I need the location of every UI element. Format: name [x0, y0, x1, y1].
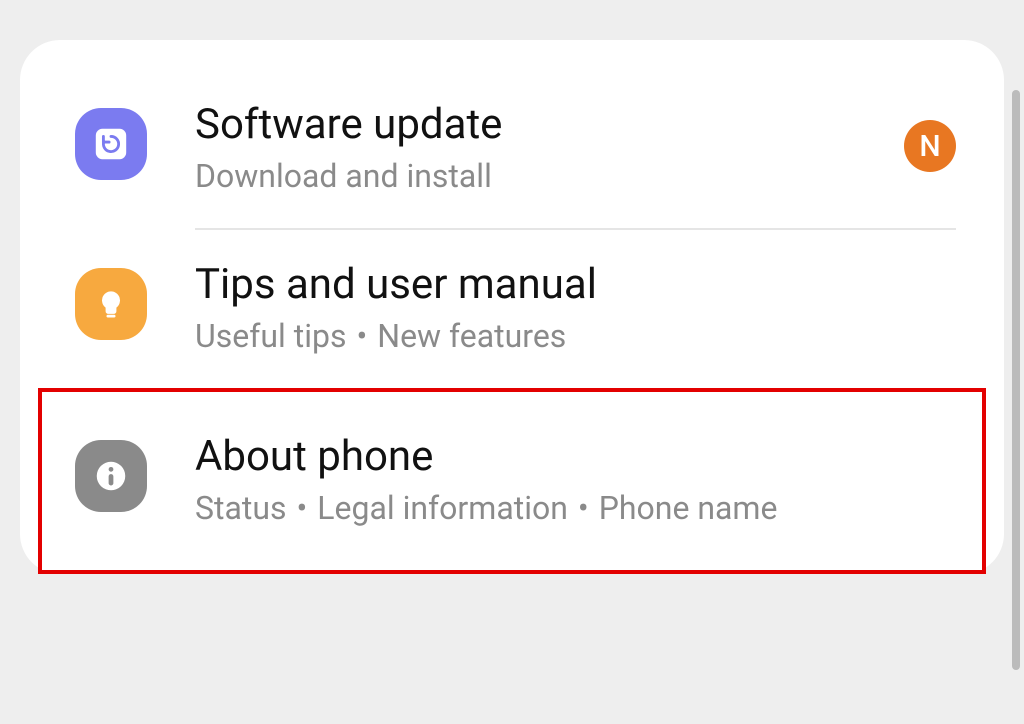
item-text: Software update Download and install [195, 100, 904, 198]
settings-card: Software update Download and install N T… [20, 40, 1004, 574]
settings-item-tips[interactable]: Tips and user manual Useful tips•New fea… [20, 230, 1004, 388]
item-title: About phone [195, 432, 956, 482]
settings-item-software-update[interactable]: Software update Download and install N [20, 70, 1004, 228]
scrollbar[interactable] [1012, 90, 1020, 670]
item-text: Tips and user manual Useful tips•New fea… [195, 260, 956, 358]
item-text: About phone Status•Legal information•Pho… [195, 432, 956, 530]
about-phone-icon [75, 440, 147, 512]
notification-badge: N [904, 120, 956, 172]
software-update-icon [75, 108, 147, 180]
item-title: Software update [195, 100, 904, 150]
item-title: Tips and user manual [195, 260, 956, 310]
item-subtitle: Status•Legal information•Phone name [195, 488, 956, 530]
item-subtitle: Useful tips•New features [195, 316, 956, 358]
item-subtitle: Download and install [195, 156, 904, 198]
tips-icon [75, 268, 147, 340]
settings-item-about-phone[interactable]: About phone Status•Legal information•Pho… [38, 388, 986, 574]
